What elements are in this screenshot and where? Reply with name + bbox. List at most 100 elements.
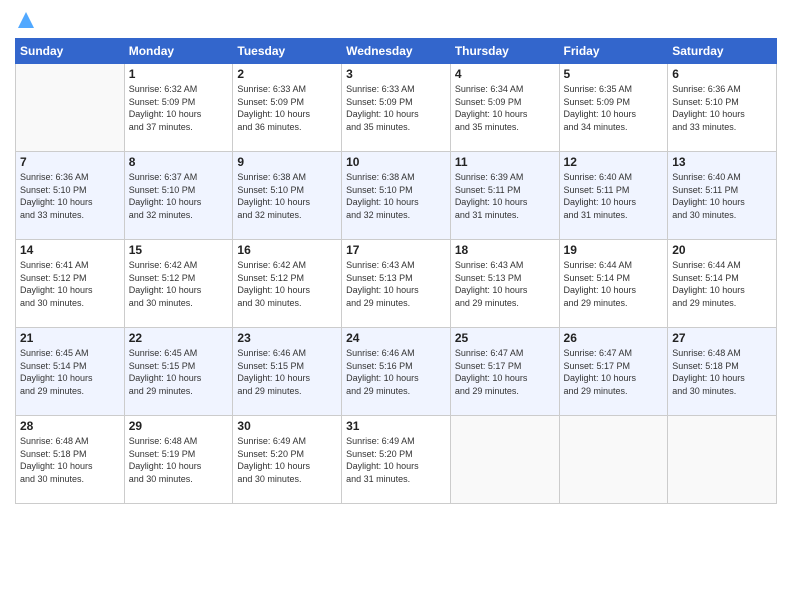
calendar-cell: 13 Sunrise: 6:40 AMSunset: 5:11 PMDayligh… (668, 152, 777, 240)
day-number: 19 (564, 243, 664, 257)
day-number: 22 (129, 331, 229, 345)
calendar-cell: 24Sunrise: 6:46 AMSunset: 5:16 PMDayligh… (342, 328, 451, 416)
calendar-cell: 7Sunrise: 6:36 AMSunset: 5:10 PMDaylight… (16, 152, 125, 240)
calendar-cell: 2 Sunrise: 6:33 AMSunset: 5:09 PMDaylight… (233, 64, 342, 152)
header (15, 10, 777, 30)
day-info: Sunrise: 6:46 AMSunset: 5:15 PMDaylight:… (237, 347, 337, 397)
calendar-cell (668, 416, 777, 504)
day-number: 10 (346, 155, 446, 169)
day-number: 27 (672, 331, 772, 345)
calendar-cell: 14 Sunrise: 6:41 AMSunset: 5:12 PMDayligh… (16, 240, 125, 328)
day-info: Sunrise: 6:39 AMSunset: 5:11 PMDaylight:… (455, 171, 555, 221)
day-number: 12 (564, 155, 664, 169)
day-number: 2 (237, 67, 337, 81)
day-info: Sunrise: 6:44 AMSunset: 5:14 PMDaylight:… (564, 259, 664, 309)
day-number: 8 (129, 155, 229, 169)
day-number: 9 (237, 155, 337, 169)
day-info: Sunrise: 6:43 AMSunset: 5:13 PMDaylight:… (346, 259, 446, 309)
day-header-friday: Friday (559, 39, 668, 64)
day-number: 29 (129, 419, 229, 433)
day-number: 28 (20, 419, 120, 433)
day-info: Sunrise: 6:38 AMSunset: 5:10 PMDaylight:… (346, 171, 446, 221)
day-number: 16 (237, 243, 337, 257)
day-header-sunday: Sunday (16, 39, 125, 64)
calendar-cell: 30Sunrise: 6:49 AMSunset: 5:20 PMDayligh… (233, 416, 342, 504)
logo-icon (16, 10, 36, 30)
calendar-table: SundayMondayTuesdayWednesdayThursdayFrid… (15, 38, 777, 504)
day-info: Sunrise: 6:42 AMSunset: 5:12 PMDaylight:… (237, 259, 337, 309)
day-header-wednesday: Wednesday (342, 39, 451, 64)
calendar-cell: 18Sunrise: 6:43 AMSunset: 5:13 PMDayligh… (450, 240, 559, 328)
calendar-cell: 11Sunrise: 6:39 AMSunset: 5:11 PMDayligh… (450, 152, 559, 240)
calendar-cell: 21 Sunrise: 6:45 AMSunset: 5:14 PMDayligh… (16, 328, 125, 416)
day-number: 15 (129, 243, 229, 257)
day-number: 3 (346, 67, 446, 81)
calendar-week-row: 1 Sunrise: 6:32 AMSunset: 5:09 PMDaylight… (16, 64, 777, 152)
day-info: Sunrise: 6:48 AMSunset: 5:19 PMDaylight:… (129, 435, 229, 485)
day-info: Sunrise: 6:33 AMSunset: 5:09 PMDaylight:… (346, 83, 446, 133)
day-info: Sunrise: 6:48 AMSunset: 5:18 PMDaylight:… (20, 435, 120, 485)
calendar-cell: 16 Sunrise: 6:42 AMSunset: 5:12 PMDayligh… (233, 240, 342, 328)
calendar-cell: 28 Sunrise: 6:48 AMSunset: 5:18 PMDayligh… (16, 416, 125, 504)
day-header-saturday: Saturday (668, 39, 777, 64)
day-info: Sunrise: 6:45 AMSunset: 5:15 PMDaylight:… (129, 347, 229, 397)
day-info: Sunrise: 6:47 AMSunset: 5:17 PMDaylight:… (564, 347, 664, 397)
calendar-cell: 29 Sunrise: 6:48 AMSunset: 5:19 PMDayligh… (124, 416, 233, 504)
day-info: Sunrise: 6:46 AMSunset: 5:16 PMDaylight:… (346, 347, 446, 397)
calendar-cell: 3 Sunrise: 6:33 AMSunset: 5:09 PMDaylight… (342, 64, 451, 152)
calendar-header-row: SundayMondayTuesdayWednesdayThursdayFrid… (16, 39, 777, 64)
calendar-cell: 25 Sunrise: 6:47 AMSunset: 5:17 PMDayligh… (450, 328, 559, 416)
day-info: Sunrise: 6:44 AMSunset: 5:14 PMDaylight:… (672, 259, 772, 309)
day-number: 13 (672, 155, 772, 169)
calendar-cell: 20Sunrise: 6:44 AMSunset: 5:14 PMDayligh… (668, 240, 777, 328)
calendar-cell: 15 Sunrise: 6:42 AMSunset: 5:12 PMDayligh… (124, 240, 233, 328)
day-info: Sunrise: 6:37 AMSunset: 5:10 PMDaylight:… (129, 171, 229, 221)
calendar-cell (559, 416, 668, 504)
day-info: Sunrise: 6:32 AMSunset: 5:09 PMDaylight:… (129, 83, 229, 133)
day-number: 4 (455, 67, 555, 81)
calendar-week-row: 7Sunrise: 6:36 AMSunset: 5:10 PMDaylight… (16, 152, 777, 240)
day-number: 25 (455, 331, 555, 345)
calendar-cell (16, 64, 125, 152)
day-number: 31 (346, 419, 446, 433)
calendar-cell: 1 Sunrise: 6:32 AMSunset: 5:09 PMDaylight… (124, 64, 233, 152)
day-number: 26 (564, 331, 664, 345)
day-info: Sunrise: 6:40 AMSunset: 5:11 PMDaylight:… (564, 171, 664, 221)
day-number: 30 (237, 419, 337, 433)
day-info: Sunrise: 6:41 AMSunset: 5:12 PMDaylight:… (20, 259, 120, 309)
day-info: Sunrise: 6:47 AMSunset: 5:17 PMDaylight:… (455, 347, 555, 397)
calendar-cell: 4 Sunrise: 6:34 AMSunset: 5:09 PMDaylight… (450, 64, 559, 152)
day-number: 5 (564, 67, 664, 81)
calendar-week-row: 28 Sunrise: 6:48 AMSunset: 5:18 PMDayligh… (16, 416, 777, 504)
day-number: 7 (20, 155, 120, 169)
day-info: Sunrise: 6:38 AMSunset: 5:10 PMDaylight:… (237, 171, 337, 221)
calendar-cell: 22 Sunrise: 6:45 AMSunset: 5:15 PMDayligh… (124, 328, 233, 416)
day-number: 17 (346, 243, 446, 257)
day-number: 1 (129, 67, 229, 81)
calendar-cell: 26 Sunrise: 6:47 AMSunset: 5:17 PMDayligh… (559, 328, 668, 416)
calendar-cell: 31 Sunrise: 6:49 AMSunset: 5:20 PMDayligh… (342, 416, 451, 504)
day-number: 21 (20, 331, 120, 345)
day-header-monday: Monday (124, 39, 233, 64)
day-info: Sunrise: 6:34 AMSunset: 5:09 PMDaylight:… (455, 83, 555, 133)
calendar-cell: 12 Sunrise: 6:40 AMSunset: 5:11 PMDayligh… (559, 152, 668, 240)
day-info: Sunrise: 6:33 AMSunset: 5:09 PMDaylight:… (237, 83, 337, 133)
calendar-cell: 10 Sunrise: 6:38 AMSunset: 5:10 PMDayligh… (342, 152, 451, 240)
calendar-week-row: 21 Sunrise: 6:45 AMSunset: 5:14 PMDayligh… (16, 328, 777, 416)
day-info: Sunrise: 6:40 AMSunset: 5:11 PMDaylight:… (672, 171, 772, 221)
day-number: 23 (237, 331, 337, 345)
day-header-tuesday: Tuesday (233, 39, 342, 64)
day-info: Sunrise: 6:36 AMSunset: 5:10 PMDaylight:… (672, 83, 772, 133)
calendar-cell: 9 Sunrise: 6:38 AMSunset: 5:10 PMDaylight… (233, 152, 342, 240)
calendar-cell: 17 Sunrise: 6:43 AMSunset: 5:13 PMDayligh… (342, 240, 451, 328)
day-info: Sunrise: 6:45 AMSunset: 5:14 PMDaylight:… (20, 347, 120, 397)
day-info: Sunrise: 6:49 AMSunset: 5:20 PMDaylight:… (346, 435, 446, 485)
calendar-cell (450, 416, 559, 504)
day-number: 18 (455, 243, 555, 257)
calendar-cell: 27Sunrise: 6:48 AMSunset: 5:18 PMDayligh… (668, 328, 777, 416)
calendar-page: SundayMondayTuesdayWednesdayThursdayFrid… (0, 0, 792, 612)
day-number: 14 (20, 243, 120, 257)
day-info: Sunrise: 6:42 AMSunset: 5:12 PMDaylight:… (129, 259, 229, 309)
day-info: Sunrise: 6:35 AMSunset: 5:09 PMDaylight:… (564, 83, 664, 133)
calendar-week-row: 14 Sunrise: 6:41 AMSunset: 5:12 PMDayligh… (16, 240, 777, 328)
